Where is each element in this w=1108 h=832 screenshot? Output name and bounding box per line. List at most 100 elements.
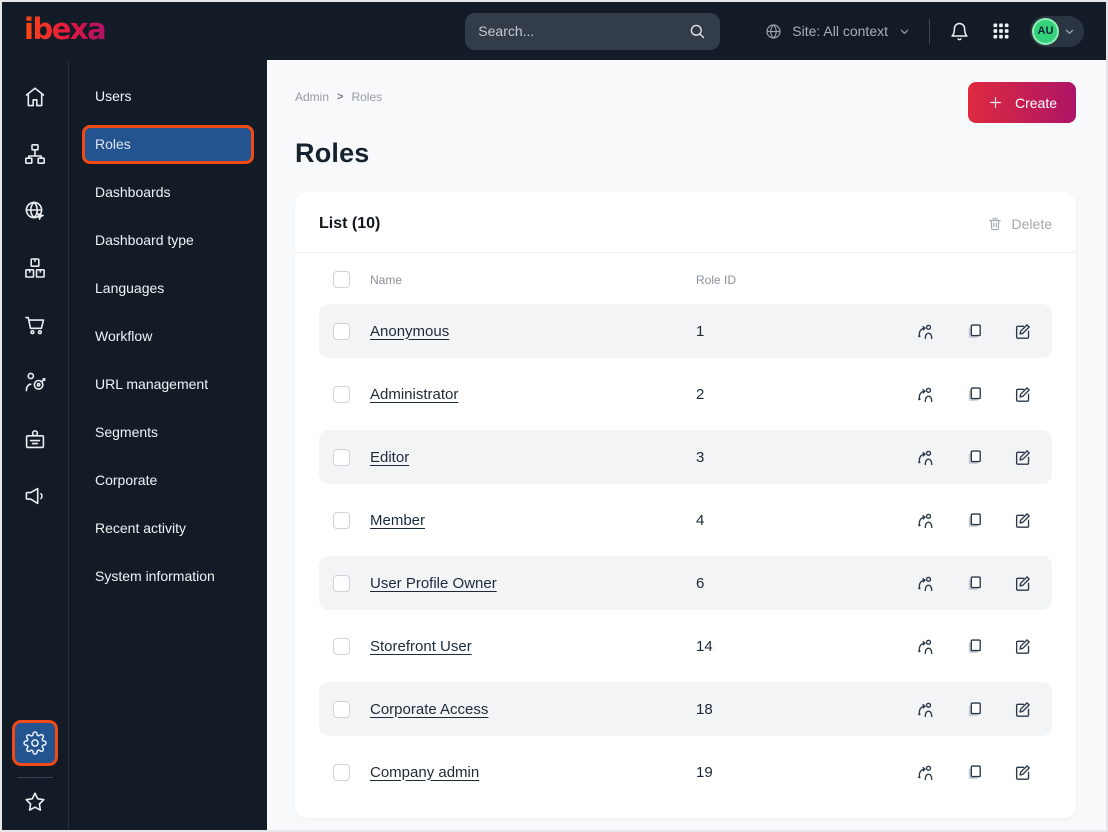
copy-button[interactable] bbox=[965, 763, 984, 782]
trash-icon bbox=[987, 216, 1003, 232]
sidebar-nav-personalization[interactable] bbox=[2, 353, 68, 410]
copy-button[interactable] bbox=[965, 385, 984, 404]
copy-button[interactable] bbox=[965, 511, 984, 530]
copy-icon bbox=[965, 448, 984, 467]
role-name-link[interactable]: Company admin bbox=[370, 764, 479, 781]
role-name-link[interactable]: Corporate Access bbox=[370, 701, 488, 718]
edit-button[interactable] bbox=[1013, 637, 1032, 656]
edit-button[interactable] bbox=[1013, 385, 1032, 404]
personalization-icon bbox=[23, 370, 47, 394]
role-id-value: 18 bbox=[696, 700, 713, 718]
edit-button[interactable] bbox=[1013, 511, 1032, 530]
bookmarks-star-icon bbox=[23, 790, 47, 814]
sidebar-nav-product-catalog[interactable] bbox=[2, 239, 68, 296]
breadcrumb-item-admin[interactable]: Admin bbox=[295, 90, 329, 104]
sidebar-nav-admin-gear-highlighted[interactable] bbox=[12, 720, 58, 766]
sidebar-nav-bookmarks-star[interactable] bbox=[17, 784, 53, 820]
app-window: ibexa Site: All context AU bbox=[0, 0, 1108, 832]
assign-user-button[interactable] bbox=[916, 322, 935, 341]
copy-button[interactable] bbox=[965, 448, 984, 467]
assign-user-button[interactable] bbox=[916, 700, 935, 719]
menu-item-users[interactable]: Users bbox=[82, 77, 254, 116]
edit-icon bbox=[1013, 637, 1032, 656]
globe-icon bbox=[764, 22, 783, 41]
topbar-divider bbox=[929, 18, 930, 44]
assign-user-button[interactable] bbox=[916, 574, 935, 593]
assign-user-button[interactable] bbox=[916, 511, 935, 530]
select-all-checkbox[interactable] bbox=[333, 271, 350, 288]
breadcrumb: Admin > Roles bbox=[295, 82, 382, 104]
menu-item-segments[interactable]: Segments bbox=[82, 413, 254, 452]
row-checkbox[interactable] bbox=[333, 511, 350, 529]
copy-button[interactable] bbox=[965, 574, 984, 593]
edit-icon bbox=[1013, 322, 1032, 341]
sidebar-nav-campaign[interactable] bbox=[2, 467, 68, 524]
edit-button[interactable] bbox=[1013, 322, 1032, 341]
campaign-icon bbox=[23, 484, 47, 508]
sidebar-nav-corporate[interactable] bbox=[2, 410, 68, 467]
copy-icon bbox=[965, 700, 984, 719]
copy-button[interactable] bbox=[965, 322, 984, 341]
table-row: Company admin 19 bbox=[319, 745, 1052, 799]
assign-user-button[interactable] bbox=[916, 637, 935, 656]
search-input[interactable] bbox=[478, 23, 681, 39]
row-checkbox[interactable] bbox=[333, 763, 350, 781]
menu-item-roles[interactable]: Roles bbox=[82, 125, 254, 164]
assign-user-button[interactable] bbox=[916, 763, 935, 782]
assign-user-icon bbox=[916, 385, 935, 404]
role-name-link[interactable]: Anonymous bbox=[370, 323, 449, 340]
sidebar-nav-content-structure[interactable] bbox=[2, 125, 68, 182]
assign-user-icon bbox=[916, 700, 935, 719]
role-name-link[interactable]: User Profile Owner bbox=[370, 575, 497, 592]
site-context-selector[interactable]: Site: All context bbox=[764, 22, 912, 41]
menu-item-url-management[interactable]: URL management bbox=[82, 365, 254, 404]
edit-icon bbox=[1013, 511, 1032, 530]
menu-item-dashboard-type[interactable]: Dashboard type bbox=[82, 221, 254, 260]
row-checkbox[interactable] bbox=[333, 574, 350, 592]
menu-item-system-information[interactable]: System information bbox=[82, 557, 254, 596]
copy-button[interactable] bbox=[965, 637, 984, 656]
role-id-value: 14 bbox=[696, 637, 713, 655]
search-icon[interactable] bbox=[688, 22, 707, 41]
page-title: Roles bbox=[295, 138, 370, 168]
notifications-button[interactable] bbox=[947, 19, 972, 44]
row-checkbox[interactable] bbox=[333, 700, 350, 718]
apps-grid-icon bbox=[991, 21, 1011, 41]
edit-button[interactable] bbox=[1013, 700, 1032, 719]
admin-menu: Users Roles Dashboards Dashboard type Langua… bbox=[69, 60, 267, 830]
edit-button[interactable] bbox=[1013, 448, 1032, 467]
menu-item-recent-activity[interactable]: Recent activity bbox=[82, 509, 254, 548]
row-checkbox[interactable] bbox=[333, 322, 350, 340]
copy-icon bbox=[965, 574, 984, 593]
role-name-link[interactable]: Editor bbox=[370, 449, 409, 466]
user-menu[interactable]: AU bbox=[1030, 15, 1084, 47]
assign-user-button[interactable] bbox=[916, 448, 935, 467]
delete-button[interactable]: Delete bbox=[987, 216, 1052, 232]
assign-user-icon bbox=[916, 574, 935, 593]
assign-user-icon bbox=[916, 322, 935, 341]
row-checkbox[interactable] bbox=[333, 448, 350, 466]
edit-button[interactable] bbox=[1013, 574, 1032, 593]
apps-grid-button[interactable] bbox=[989, 19, 1013, 43]
assign-user-button[interactable] bbox=[916, 385, 935, 404]
roles-list-card: List (10) Delete Name Role ID Anonymous … bbox=[295, 192, 1076, 818]
create-button[interactable]: Create bbox=[967, 82, 1076, 123]
row-checkbox[interactable] bbox=[333, 385, 350, 403]
role-name-link[interactable]: Administrator bbox=[370, 386, 458, 403]
role-name-link[interactable]: Member bbox=[370, 512, 425, 529]
row-checkbox[interactable] bbox=[333, 637, 350, 655]
admin-gear-icon bbox=[23, 731, 47, 755]
menu-item-dashboards[interactable]: Dashboards bbox=[82, 173, 254, 212]
sidebar-nav-home[interactable] bbox=[2, 68, 68, 125]
copy-button[interactable] bbox=[965, 700, 984, 719]
role-name-link[interactable]: Storefront User bbox=[370, 638, 472, 655]
sidebar-nav-site[interactable] bbox=[2, 182, 68, 239]
menu-item-corporate[interactable]: Corporate bbox=[82, 461, 254, 500]
edit-button[interactable] bbox=[1013, 763, 1032, 782]
menu-item-workflow[interactable]: Workflow bbox=[82, 317, 254, 356]
copy-icon bbox=[965, 511, 984, 530]
breadcrumb-item-roles[interactable]: Roles bbox=[351, 90, 382, 104]
sidebar-nav-commerce[interactable] bbox=[2, 296, 68, 353]
menu-item-languages[interactable]: Languages bbox=[82, 269, 254, 308]
table-row: Anonymous 1 bbox=[319, 304, 1052, 358]
